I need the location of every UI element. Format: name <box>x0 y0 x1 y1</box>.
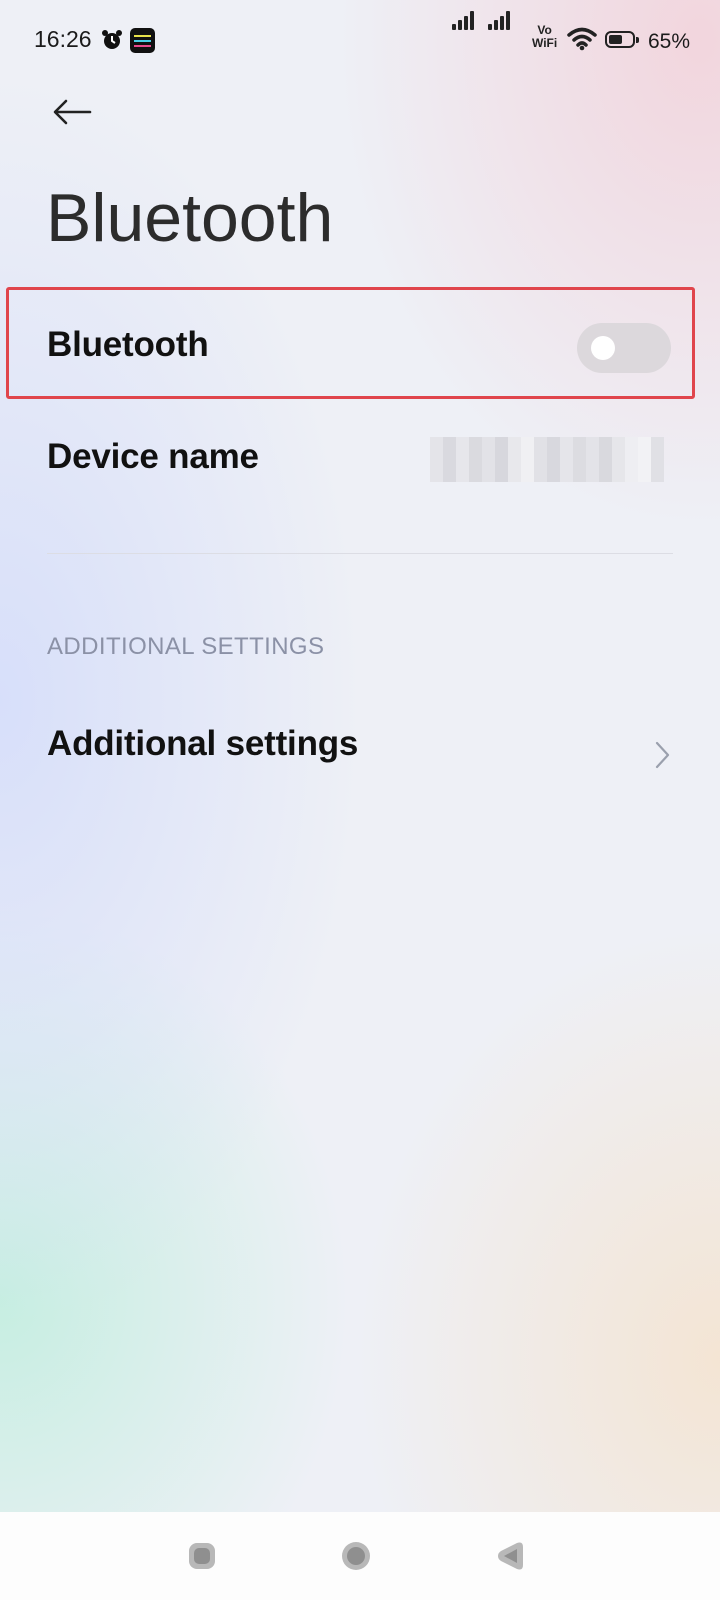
recents-button[interactable] <box>186 1540 218 1572</box>
wifi-icon <box>567 27 597 56</box>
page-title: Bluetooth <box>46 180 334 256</box>
additional-settings-row[interactable]: Additional settings <box>0 695 720 795</box>
section-header: ADDITIONAL SETTINGS <box>47 633 325 660</box>
bluetooth-toggle[interactable] <box>577 323 671 373</box>
arrow-left-icon <box>53 99 92 125</box>
device-name-label: Device name <box>47 437 259 476</box>
additional-settings-label: Additional settings <box>47 724 359 763</box>
chevron-right-icon <box>654 740 672 775</box>
home-button[interactable] <box>340 1540 372 1572</box>
back-button[interactable] <box>44 88 100 136</box>
battery-percent: 65% <box>648 30 691 53</box>
toggle-knob <box>591 336 615 360</box>
vowifi-icon: Vo WiFi <box>532 24 557 50</box>
divider <box>47 553 673 554</box>
status-time: 16:26 <box>34 26 92 52</box>
status-bar: 16:26 Vo WiFi 65% <box>0 0 720 80</box>
navigation-bar <box>0 1512 720 1600</box>
vowifi-line2: WiFi <box>532 36 558 50</box>
battery-icon <box>605 31 639 48</box>
nav-back-button[interactable] <box>494 1540 526 1572</box>
home-icon <box>342 1542 370 1570</box>
back-icon <box>498 1542 523 1570</box>
recents-icon <box>189 1543 215 1569</box>
device-name-value-redacted <box>430 437 664 482</box>
app-notification-icon <box>130 28 155 53</box>
alarm-icon <box>100 28 124 57</box>
